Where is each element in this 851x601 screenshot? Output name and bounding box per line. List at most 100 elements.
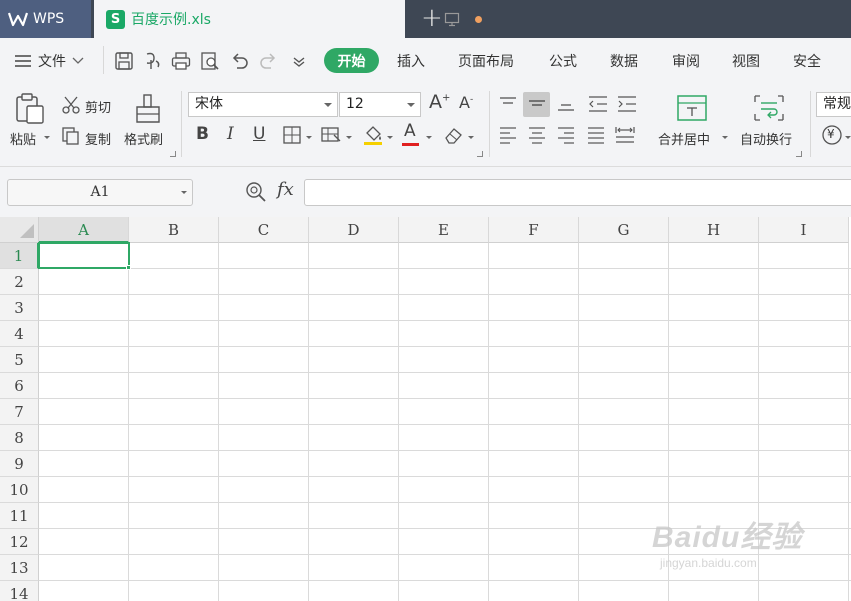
insert-function-button[interactable]: fx <box>277 179 294 200</box>
fill-pattern-icon[interactable] <box>320 125 342 145</box>
currency-dropdown-caret[interactable] <box>845 136 851 139</box>
bold-button[interactable]: B <box>196 124 209 144</box>
save-icon[interactable] <box>113 50 135 72</box>
merge-center-button[interactable]: 合并居中 <box>658 129 710 148</box>
alignment-dialog-launcher[interactable] <box>796 151 802 157</box>
row-header-7[interactable]: 7 <box>0 399 39 425</box>
format-painter-button[interactable]: 格式刷 <box>124 129 163 148</box>
row-header-10[interactable]: 10 <box>0 477 39 503</box>
formula-input[interactable] <box>304 179 851 206</box>
tab-view[interactable]: 视图 <box>732 51 760 71</box>
column-header-d[interactable]: D <box>309 217 399 243</box>
fill-pattern-dropdown-caret[interactable] <box>346 136 352 139</box>
align-bottom-icon[interactable] <box>556 95 576 113</box>
active-cell-a1[interactable] <box>38 242 130 269</box>
chevron-down-icon <box>324 103 332 107</box>
column-header-a[interactable]: A <box>39 217 129 243</box>
copy-button[interactable]: 复制 <box>85 129 111 148</box>
wrap-text-icon[interactable] <box>752 94 786 122</box>
row-header-12[interactable]: 12 <box>0 529 39 555</box>
borders-dropdown-caret[interactable] <box>306 136 312 139</box>
row-header-13[interactable]: 13 <box>0 555 39 581</box>
format-painter-icon[interactable] <box>133 92 163 126</box>
column-header-c[interactable]: C <box>219 217 309 243</box>
row-header-14[interactable]: 14 <box>0 581 39 601</box>
merge-dropdown-caret[interactable] <box>722 136 728 139</box>
eraser-icon[interactable] <box>443 125 465 145</box>
tab-formulas[interactable]: 公式 <box>549 51 577 71</box>
column-header-f[interactable]: F <box>489 217 579 243</box>
tab-home[interactable]: 开始 <box>324 48 379 73</box>
align-top-icon[interactable] <box>498 95 518 113</box>
align-left-icon[interactable] <box>498 126 518 144</box>
paste-button[interactable]: 粘贴 <box>10 129 36 148</box>
row-header-1[interactable]: 1 <box>0 243 39 269</box>
row-header-4[interactable]: 4 <box>0 321 39 347</box>
wps-home-tab[interactable]: WPS <box>0 0 91 38</box>
tab-data[interactable]: 数据 <box>610 51 638 71</box>
tab-insert[interactable]: 插入 <box>397 51 425 71</box>
ribbon-toolbar: 粘贴 剪切 复制 格式刷 宋体 12 A+ A- B I U A 合并居中 自动… <box>0 83 851 167</box>
fill-color-icon[interactable] <box>362 123 384 147</box>
font-size-select[interactable]: 12 <box>339 92 421 117</box>
formula-bar: A1 fx <box>0 167 851 217</box>
cut-button[interactable]: 剪切 <box>85 97 111 116</box>
clear-dropdown-caret[interactable] <box>468 136 474 139</box>
row-header-8[interactable]: 8 <box>0 425 39 451</box>
merge-center-icon[interactable] <box>676 94 708 122</box>
tab-review[interactable]: 审阅 <box>672 51 700 71</box>
increase-indent-icon[interactable] <box>616 95 638 113</box>
increase-font-size-icon[interactable]: A+ <box>429 91 450 113</box>
number-format-select[interactable]: 常规 <box>816 92 851 117</box>
italic-button[interactable]: I <box>227 124 234 144</box>
file-menu-button[interactable]: 文件 <box>14 51 84 71</box>
paste-dropdown-caret[interactable] <box>44 136 50 139</box>
redo-icon[interactable] <box>257 50 279 72</box>
borders-icon[interactable] <box>282 125 302 145</box>
justify-icon[interactable] <box>586 126 606 144</box>
distributed-align-icon[interactable] <box>614 124 636 144</box>
scissors-icon[interactable] <box>61 95 81 115</box>
underline-button[interactable]: U <box>253 124 265 144</box>
new-tab-plus-icon[interactable]: + <box>421 4 443 32</box>
row-header-2[interactable]: 2 <box>0 269 39 295</box>
decrease-indent-icon[interactable] <box>587 95 609 113</box>
column-header-h[interactable]: H <box>669 217 759 243</box>
monitor-icon[interactable] <box>444 12 460 27</box>
tab-security[interactable]: 安全 <box>793 51 821 71</box>
clipboard-dialog-launcher[interactable] <box>170 151 176 157</box>
zoom-search-icon[interactable] <box>245 181 267 203</box>
tab-page-layout[interactable]: 页面布局 <box>458 51 514 71</box>
font-name-select[interactable]: 宋体 <box>188 92 338 117</box>
document-tab[interactable]: S 百度示例.xls <box>94 0 482 38</box>
row-header-11[interactable]: 11 <box>0 503 39 529</box>
customize-toolbar-icon[interactable] <box>288 50 310 72</box>
wrap-text-button[interactable]: 自动换行 <box>740 129 792 148</box>
export-pdf-icon[interactable] <box>142 50 164 72</box>
row-header-6[interactable]: 6 <box>0 373 39 399</box>
fill-color-dropdown-caret[interactable] <box>387 136 393 139</box>
font-color-icon[interactable]: A <box>404 121 416 141</box>
undo-icon[interactable] <box>229 50 251 72</box>
column-header-b[interactable]: B <box>129 217 219 243</box>
paste-icon[interactable] <box>14 92 46 126</box>
row-header-9[interactable]: 9 <box>0 451 39 477</box>
fill-handle[interactable] <box>126 265 131 270</box>
decrease-font-size-icon[interactable]: A- <box>459 93 473 112</box>
column-header-i[interactable]: I <box>759 217 849 243</box>
font-color-dropdown-caret[interactable] <box>426 136 432 139</box>
name-box[interactable]: A1 <box>7 179 193 206</box>
select-all-corner[interactable] <box>0 217 39 243</box>
print-preview-icon[interactable] <box>199 50 221 72</box>
row-header-3[interactable]: 3 <box>0 295 39 321</box>
print-icon[interactable] <box>170 50 192 72</box>
font-dialog-launcher[interactable] <box>477 151 483 157</box>
align-center-icon[interactable] <box>527 126 547 144</box>
align-middle-icon[interactable] <box>527 95 547 113</box>
row-header-5[interactable]: 5 <box>0 347 39 373</box>
copy-icon[interactable] <box>61 126 81 146</box>
hamburger-icon <box>15 55 31 67</box>
column-header-e[interactable]: E <box>399 217 489 243</box>
column-header-g[interactable]: G <box>579 217 669 243</box>
align-right-icon[interactable] <box>556 126 576 144</box>
